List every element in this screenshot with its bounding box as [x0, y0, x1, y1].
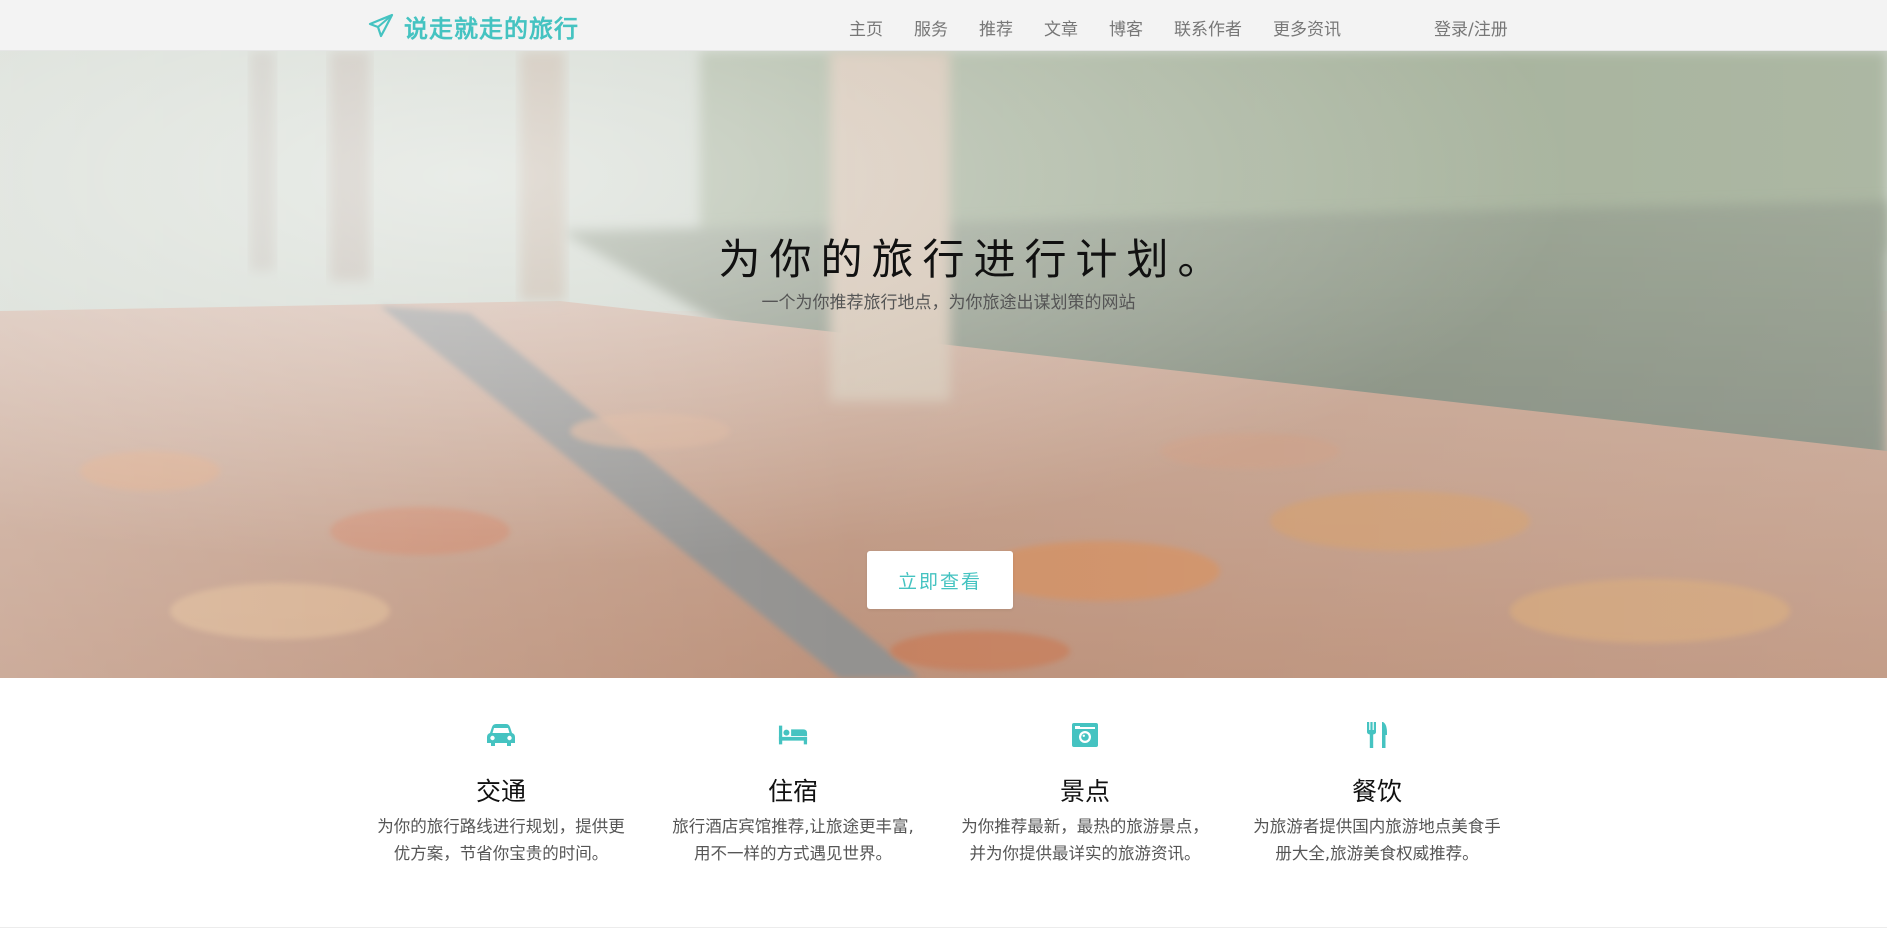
hero-banner: 为你的旅行进行计划。 一个为你推荐旅行地点，为你旅途出谋划策的网站 立即查看 — [0, 51, 1887, 678]
feature-title: 住宿 — [767, 777, 818, 806]
feature-desc-line: 旅行酒店宾馆推荐,让旅途更丰富, — [672, 817, 914, 836]
camera-icon — [1070, 720, 1100, 750]
paper-plane-icon — [368, 13, 394, 38]
features-section: 交通 为你的旅行路线进行规划，提供更 优方案，节省你宝贵的时间。 住宿 旅行酒店… — [0, 678, 1887, 929]
feature-desc-line: 为你推荐最新，最热的旅游景点， — [961, 817, 1209, 836]
feature-desc-line: 为旅游者提供国内旅游地点美食手 — [1253, 817, 1501, 836]
feature-title: 景点 — [1059, 777, 1110, 806]
nav-item-articles[interactable]: 文章 — [1044, 15, 1078, 40]
hero-subtitle: 一个为你推荐旅行地点，为你旅途出谋划策的网站 — [0, 288, 1887, 313]
nav-item-blog[interactable]: 博客 — [1109, 15, 1143, 40]
feature-title: 餐饮 — [1351, 777, 1402, 806]
feature-desc-line: 并为你提供最详实的旅游资讯。 — [969, 844, 1201, 863]
main-nav: 主页 服务 推荐 文章 博客 联系作者 更多资讯 — [849, 15, 1341, 40]
brand-logo[interactable]: 说走就走的旅行 — [368, 11, 579, 43]
top-navbar: 说走就走的旅行 主页 服务 推荐 文章 博客 联系作者 更多资讯 登录/注册 — [0, 0, 1887, 51]
login-register-link[interactable]: 登录/注册 — [1434, 15, 1508, 40]
feature-desc-line: 为你的旅行路线进行规划，提供更 — [377, 817, 625, 836]
bed-icon — [778, 720, 808, 750]
feature-description: 旅行酒店宾馆推荐,让旅途更丰富, 用不一样的方式遇见世界。 — [658, 813, 928, 867]
nav-item-services[interactable]: 服务 — [914, 15, 948, 40]
nav-item-contact[interactable]: 联系作者 — [1174, 15, 1242, 40]
car-icon — [486, 720, 516, 750]
hero-subtitle-text: 一个为你推荐旅行地点，为你旅途出谋划策的网站 — [761, 293, 1136, 313]
feature-desc-line: 册大全,旅游美食权威推荐。 — [1275, 844, 1479, 863]
fork-knife-icon — [1362, 720, 1392, 750]
feature-title: 交通 — [475, 777, 526, 806]
feature-desc-line: 用不一样的方式遇见世界。 — [694, 844, 892, 863]
feature-description: 为旅游者提供国内旅游地点美食手 册大全,旅游美食权威推荐。 — [1242, 813, 1512, 867]
view-now-button[interactable]: 立即查看 — [867, 551, 1013, 609]
section-divider — [0, 927, 1887, 928]
feature-description: 为你推荐最新，最热的旅游景点， 并为你提供最详实的旅游资讯。 — [950, 813, 1220, 867]
nav-item-recommend[interactable]: 推荐 — [979, 15, 1013, 40]
hero-title: 为你的旅行进行计划。 — [718, 235, 1229, 284]
nav-item-more-news[interactable]: 更多资讯 — [1273, 15, 1341, 40]
nav-item-home[interactable]: 主页 — [849, 15, 883, 40]
brand-name: 说走就走的旅行 — [404, 14, 579, 43]
feature-description: 为你的旅行路线进行规划，提供更 优方案，节省你宝贵的时间。 — [366, 813, 636, 867]
feature-desc-line: 优方案，节省你宝贵的时间。 — [393, 844, 609, 863]
